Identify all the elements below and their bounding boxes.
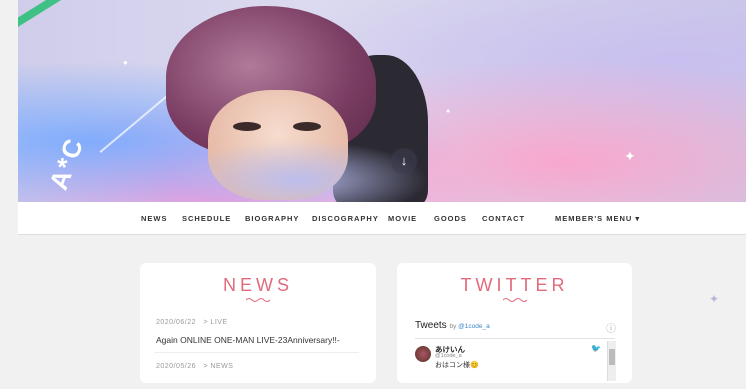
news-item-meta: 2020/05/26 > NEWS (156, 363, 233, 370)
hero-banner: A*C ● ● ✦ ↓ (18, 0, 746, 202)
info-icon[interactable]: ⓘ (606, 320, 616, 335)
news-title: NEWS (223, 275, 293, 295)
main-nav: NEWS SCHEDULE BIOGRAPHY DISCOGRAPHY MOVI… (18, 202, 746, 235)
twitter-bird-icon: 🐦 (591, 344, 601, 353)
down-arrow-icon: ↓ (400, 153, 408, 168)
news-date: 2020/05/26 (156, 363, 197, 370)
hero-artist-eye-left (233, 122, 261, 131)
scroll-down-button[interactable]: ↓ (391, 148, 417, 174)
nav-item-biography[interactable]: BIOGRAPHY (245, 214, 299, 223)
twitter-handle-link[interactable]: @1code_a (458, 323, 490, 330)
hero-logo-text: A*C (43, 132, 90, 194)
title-wave-ornament (502, 298, 527, 302)
news-category: > LIVE (203, 319, 228, 326)
hero-green-stripe (18, 0, 83, 77)
news-panel: NEWS 2020/06/22 > LIVE Again ONLINE ONE-… (140, 263, 376, 383)
scrollbar-thumb[interactable] (609, 349, 615, 365)
tweet-author-handle: @1code_a (435, 353, 462, 359)
nav-item-movie[interactable]: MOVIE (388, 214, 417, 223)
nav-item-member-menu[interactable]: MEMBER'S MENU ▾ (555, 214, 640, 223)
sparkle-icon: ✦ (709, 292, 720, 306)
nav-item-contact[interactable]: CONTACT (482, 214, 525, 223)
timeline-scrollbar[interactable] (607, 341, 616, 381)
tweets-header: Tweets by @1code_a (415, 320, 490, 331)
tweet-timeline[interactable]: あけいん @1code_a おはコン様😊 🐦 (415, 338, 616, 389)
nav-item-schedule[interactable]: SCHEDULE (182, 214, 231, 223)
nav-item-goods[interactable]: GOODS (434, 214, 467, 223)
news-category: > NEWS (203, 363, 234, 370)
sparkle-icon: ● (123, 58, 128, 67)
tweets-label: Tweets (415, 320, 447, 331)
sparkle-icon: ● (446, 108, 451, 115)
tweets-by: by @1code_a (449, 323, 490, 330)
news-divider (154, 352, 359, 353)
news-item-title[interactable]: Again ONLINE ONE-MAN LIVE-23Anniversary!… (156, 335, 340, 345)
tweet-text: おはコン様😊 (435, 362, 479, 369)
news-item-meta: 2020/06/22 > LIVE (156, 319, 228, 326)
avatar[interactable] (415, 346, 431, 362)
news-date: 2020/06/22 (156, 319, 197, 326)
sparkle-icon: ✦ (624, 148, 636, 164)
nav-item-discography[interactable]: DISCOGRAPHY (312, 214, 379, 223)
twitter-title: TWITTER (460, 275, 569, 295)
title-wave-ornament (246, 298, 270, 302)
hero-artist-eye-right (293, 122, 321, 131)
twitter-panel: TWITTER Tweets by @1code_a ⓘ あけいん @1code… (397, 263, 632, 383)
nav-item-news[interactable]: NEWS (141, 214, 168, 223)
